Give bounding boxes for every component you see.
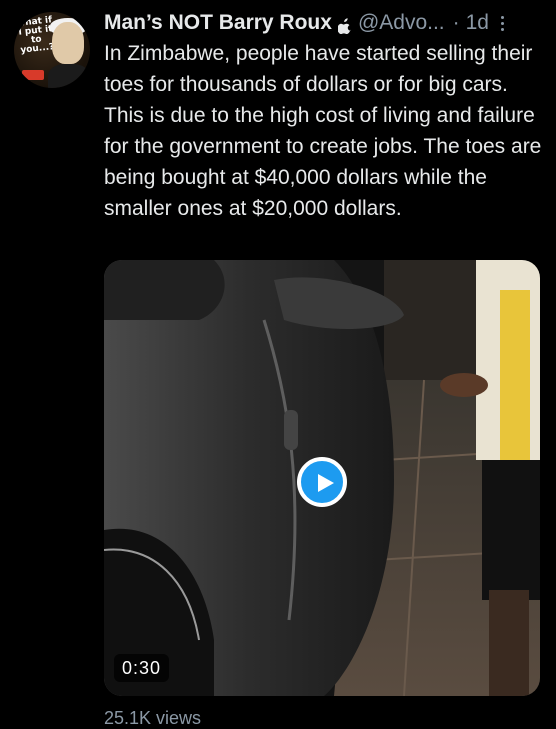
avatar-tag xyxy=(22,70,44,80)
apple-icon xyxy=(337,16,352,35)
view-count: 25.1K views xyxy=(104,708,202,728)
video-player[interactable]: 0:30 xyxy=(104,260,540,696)
display-name[interactable]: Man’s NOT Barry Roux xyxy=(104,11,332,35)
play-button[interactable] xyxy=(297,457,347,507)
tweet[interactable]: what if I put it to you...? Man’s NOT Ba… xyxy=(0,0,556,728)
avatar-body xyxy=(48,64,90,88)
tweet-text: In Zimbabwe, people have started selling… xyxy=(104,42,542,220)
play-icon xyxy=(318,474,334,492)
separator-dot: · xyxy=(452,11,460,34)
user-handle[interactable]: @Advo... xyxy=(358,11,445,35)
video-duration: 0:30 xyxy=(114,654,170,682)
more-options-icon[interactable] xyxy=(497,13,507,33)
tweet-header: Man’s NOT Barry Roux @Advo... · 1d xyxy=(104,8,548,38)
avatar-face xyxy=(52,22,84,64)
tweet-time[interactable]: 1d xyxy=(466,11,489,35)
avatar[interactable]: what if I put it to you...? xyxy=(14,12,90,88)
